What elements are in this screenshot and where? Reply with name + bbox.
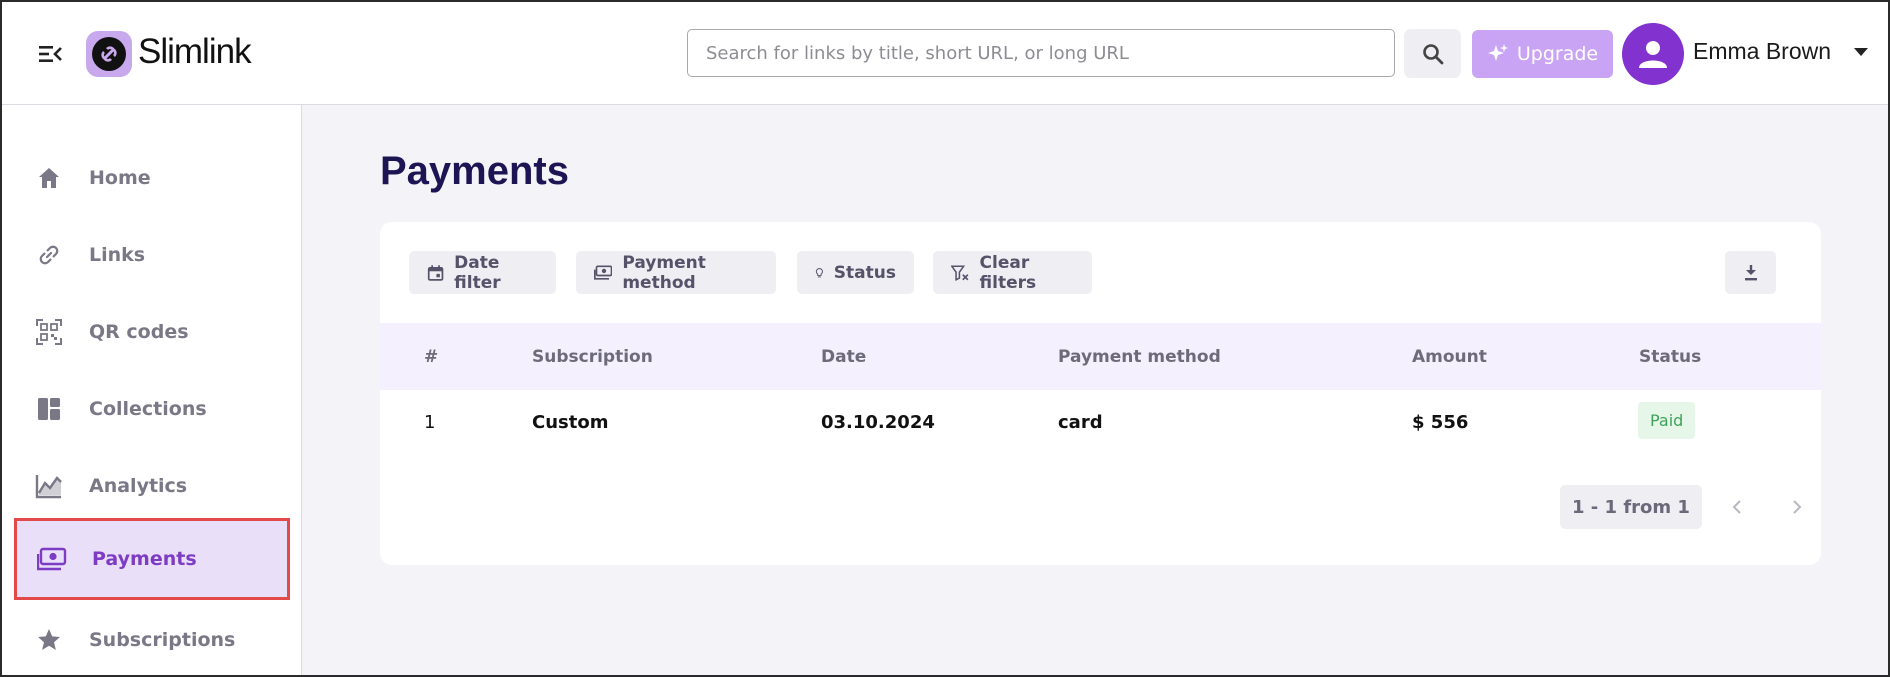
sidebar-item-label: Analytics <box>89 475 188 497</box>
status-filter-button[interactable]: Status <box>797 251 914 294</box>
prev-page-icon[interactable] <box>1727 495 1747 519</box>
date-cell: 03.10.2024 <box>821 412 935 433</box>
table-header: # Subscription Date Payment method Amoun… <box>380 323 1821 390</box>
subscription-cell: Custom <box>532 412 609 433</box>
upgrade-button[interactable]: Upgrade <box>1472 30 1613 78</box>
row-number: 1 <box>424 412 436 433</box>
download-button[interactable] <box>1725 251 1776 294</box>
column-header: Subscription <box>532 347 653 367</box>
sidebar-item-collections[interactable]: Collections <box>14 370 290 448</box>
column-header: Payment method <box>1058 347 1221 367</box>
star-icon <box>34 625 64 655</box>
home-icon <box>34 163 64 193</box>
analytics-icon <box>34 471 64 501</box>
sidebar-item-analytics[interactable]: Analytics <box>14 447 290 525</box>
payments-icon <box>37 544 67 574</box>
sidebar: Home Links QR codes Collections Analytic… <box>2 105 302 675</box>
sidebar-item-label: Home <box>89 167 151 189</box>
user-icon <box>1639 41 1667 68</box>
upgrade-label: Upgrade <box>1516 43 1599 65</box>
column-header: Amount <box>1412 347 1487 367</box>
sidebar-item-links[interactable]: Links <box>14 216 290 294</box>
search-input[interactable] <box>687 29 1395 77</box>
logo[interactable] <box>86 31 132 77</box>
link-logo-icon <box>92 37 126 71</box>
collapse-menu-icon[interactable] <box>36 42 64 66</box>
pagination-info: 1 - 1 from 1 <box>1560 485 1702 529</box>
clear-filters-button[interactable]: Clear filters <box>933 251 1092 294</box>
table-row[interactable]: 1 Custom 03.10.2024 card $ 556 Paid <box>380 390 1821 456</box>
payment-method-filter-button[interactable]: Payment method <box>576 251 776 294</box>
collections-icon <box>34 394 64 424</box>
user-name[interactable]: Emma Brown <box>1693 38 1831 65</box>
sidebar-item-label: Collections <box>89 398 207 420</box>
payment-method-filter-label: Payment method <box>622 252 706 293</box>
calendar-icon <box>427 264 444 281</box>
caret-down-icon[interactable] <box>1854 48 1868 56</box>
column-header: Status <box>1639 347 1702 367</box>
avatar[interactable] <box>1622 23 1684 85</box>
sidebar-item-home[interactable]: Home <box>14 139 290 217</box>
sidebar-item-qr-codes[interactable]: QR codes <box>14 293 290 371</box>
status-badge: Paid <box>1638 402 1696 439</box>
download-icon <box>1744 264 1757 280</box>
column-header: Date <box>821 347 867 367</box>
sidebar-item-label: Subscriptions <box>89 629 236 651</box>
column-header: # <box>424 347 439 367</box>
sidebar-item-payments[interactable]: Payments <box>14 518 290 600</box>
clear-filter-icon <box>951 265 969 281</box>
page-title: Payments <box>380 149 569 193</box>
search-icon <box>1422 43 1443 64</box>
top-header: Slimlink Upgrade Emma Brown <box>2 2 1888 105</box>
next-page-icon[interactable] <box>1787 495 1807 519</box>
date-filter-button[interactable]: Date filter <box>409 251 556 294</box>
sidebar-item-label: Links <box>89 244 146 266</box>
clear-filters-label: Clear filters <box>979 252 1037 293</box>
sparkle-icon <box>1487 44 1508 61</box>
link-icon <box>34 240 64 270</box>
brand-name[interactable]: Slimlink <box>138 32 252 72</box>
payment-method-cell: card <box>1058 412 1103 433</box>
date-filter-label: Date filter <box>454 252 501 293</box>
status-filter-label: Status <box>833 262 896 283</box>
payments-icon <box>594 264 613 280</box>
sidebar-item-label: Payments <box>92 548 197 570</box>
sidebar-item-label: QR codes <box>89 321 189 343</box>
qr-code-icon <box>34 317 64 347</box>
amount-cell: $ 556 <box>1412 412 1469 433</box>
sidebar-item-subscriptions[interactable]: Subscriptions <box>14 601 290 677</box>
search-button[interactable] <box>1404 29 1461 78</box>
payments-card: Date filter Payment method Status Clear … <box>380 222 1821 565</box>
lightbulb-icon <box>815 267 823 277</box>
